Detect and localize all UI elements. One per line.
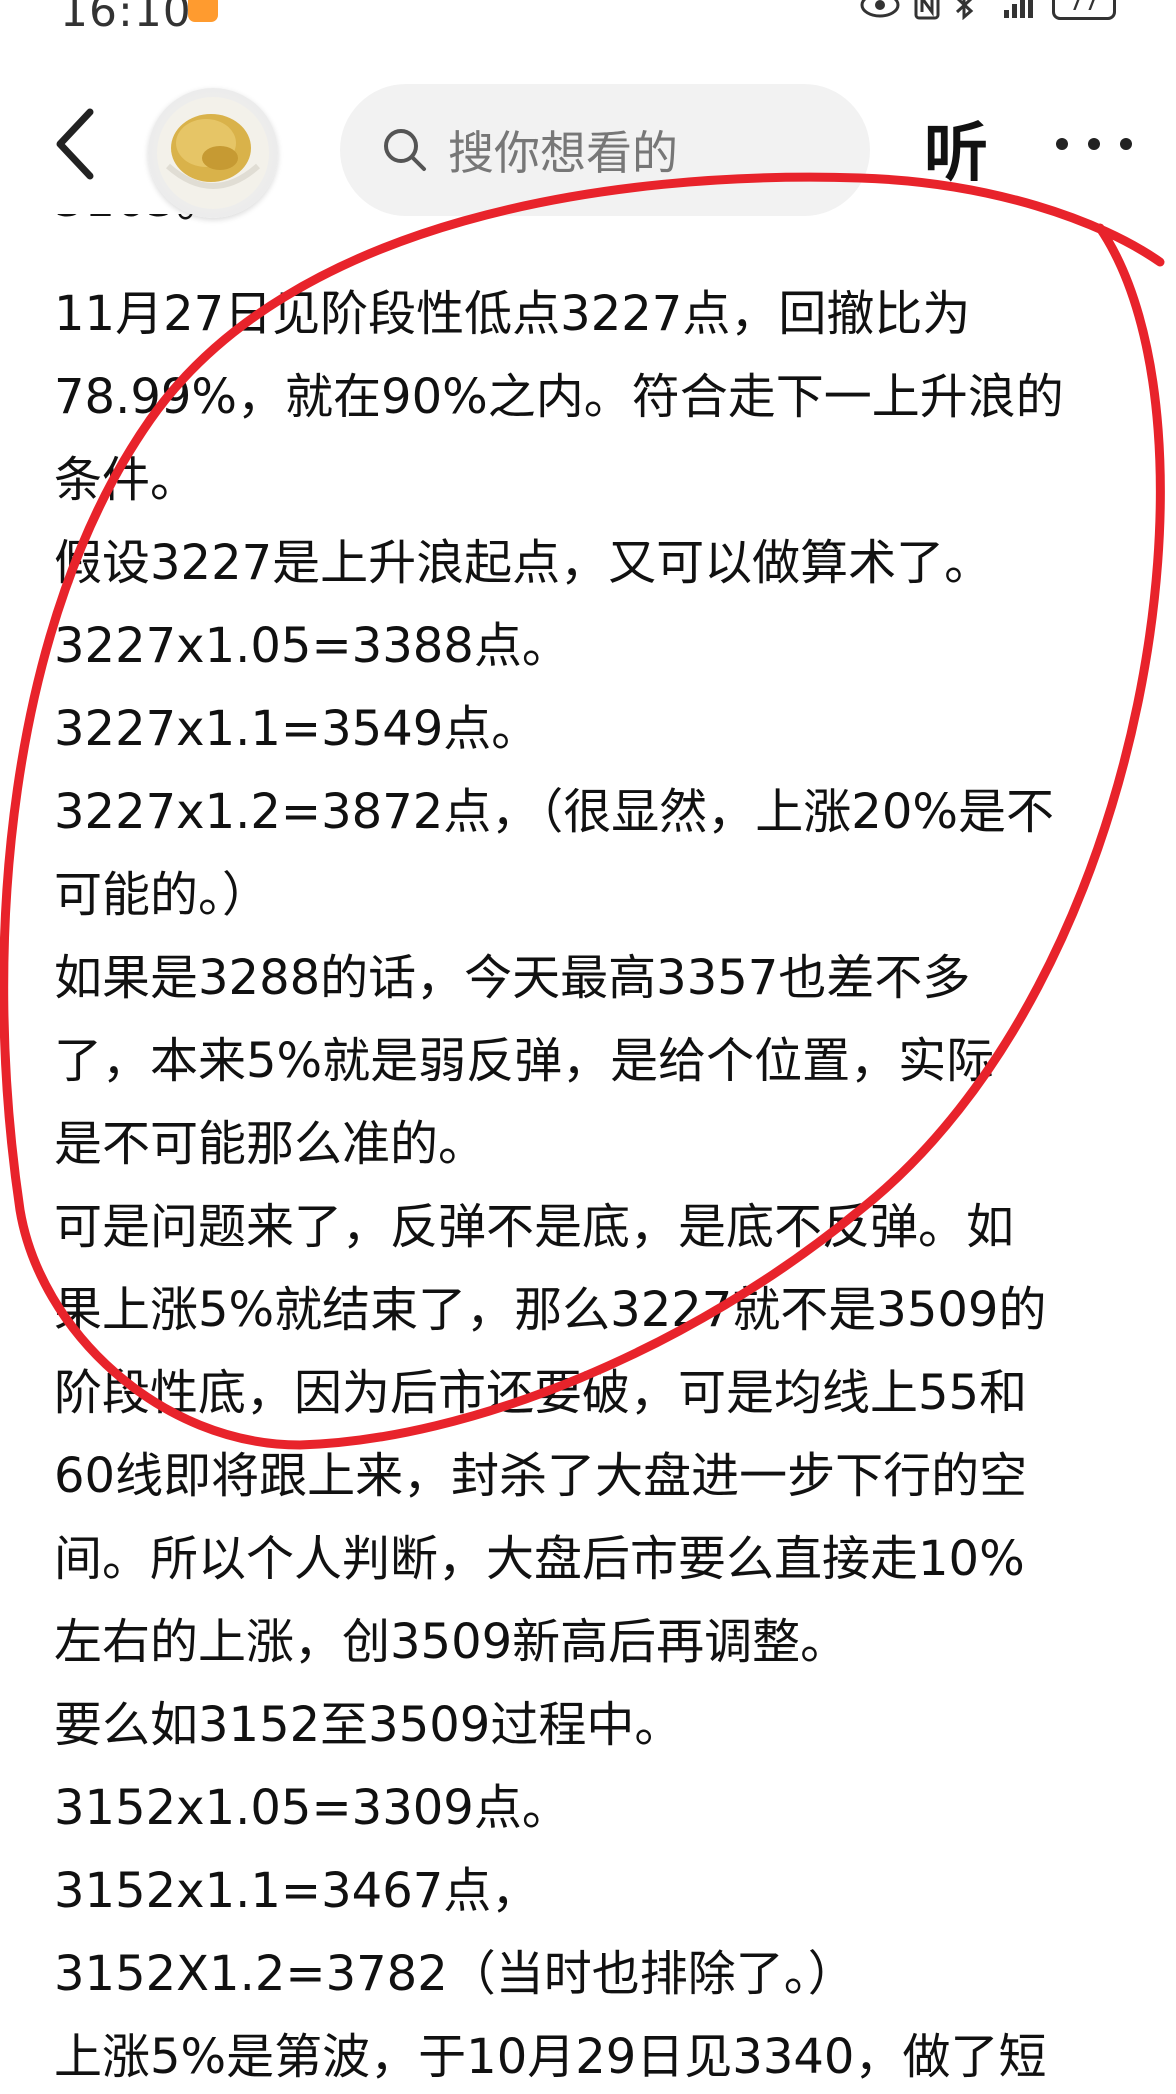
- eye-icon: [860, 0, 900, 20]
- article-line: 3163。: [54, 214, 224, 230]
- article-line: 上涨5%是第波，于10月29日见3340，做了短: [54, 2029, 1047, 2085]
- article-line: 阶段性底，因为后市还要破，可是均线上55和: [54, 1365, 1028, 1421]
- more-icon: [1056, 138, 1132, 150]
- article-line: 11月27日见阶段性低点3227点，回撤比为: [54, 286, 971, 342]
- article-line: 要么如3152至3509过程中。: [54, 1697, 683, 1753]
- article-line: 3227x1.2=3872点，（很显然，上涨20%是不: [54, 784, 1054, 840]
- article-line: 了，本来5%就是弱反弹，是给个位置，实际: [54, 1033, 995, 1089]
- top-navigation: 搜你想看的 听: [0, 74, 1176, 218]
- status-bar: 16:10 77: [0, 0, 1176, 44]
- article-body: 3163。 11月27日见阶段性低点3227点，回撤比为 78.99%，就在90…: [54, 214, 1144, 2094]
- article-line: 3152X1.2=3782（当时也排除了。）: [54, 1946, 856, 2002]
- more-button[interactable]: [1044, 124, 1144, 164]
- search-icon: [384, 129, 426, 171]
- article-line: 间。所以个人判断，大盘后市要么直接走10%: [54, 1531, 1025, 1587]
- article-line: 左右的上涨，创3509新高后再调整。: [54, 1614, 849, 1670]
- back-button[interactable]: [48, 104, 108, 184]
- article-line: 可是问题来了，反弹不是底，是底不反弹。如: [54, 1199, 1015, 1255]
- status-icons: 77: [860, 0, 1116, 24]
- article-line: 3227x1.05=3388点。: [54, 618, 570, 674]
- article-line: 3152x1.05=3309点。: [54, 1780, 570, 1836]
- avatar-image: [157, 97, 269, 209]
- search-input[interactable]: 搜你想看的: [448, 117, 678, 183]
- avatar[interactable]: [148, 88, 278, 218]
- battery-icon: 77: [1052, 0, 1116, 20]
- article-line: 条件。: [54, 452, 199, 508]
- article-line: 果上涨5%就结束了，那么3227就不是3509的: [54, 1282, 1047, 1338]
- article-line: 是不可能那么准的。: [54, 1116, 487, 1172]
- listen-button[interactable]: 听: [924, 102, 988, 194]
- app-notification-icon: [188, 0, 218, 22]
- status-time: 16:10: [60, 0, 192, 37]
- signal-icon: [990, 0, 1038, 20]
- search-bar[interactable]: 搜你想看的: [340, 84, 870, 216]
- article-line: 3152x1.1=3467点，: [54, 1863, 540, 1919]
- nfc-icon: [914, 0, 940, 20]
- article-line: 如果是3288的话，今天最高3357也差不多: [54, 950, 971, 1006]
- article-line: 假设3227是上升浪起点，又可以做算术了。: [54, 535, 993, 591]
- article-line: 3227x1.1=3549点。: [54, 701, 540, 757]
- article-line: 78.99%，就在90%之内。符合走下一上升浪的: [54, 369, 1064, 425]
- article-line: 可能的。）: [54, 867, 271, 923]
- bluetooth-icon: [954, 0, 976, 20]
- article-line: 60线即将跟上来，封杀了大盘进一步下行的空: [54, 1448, 1028, 1504]
- back-icon: [56, 108, 94, 180]
